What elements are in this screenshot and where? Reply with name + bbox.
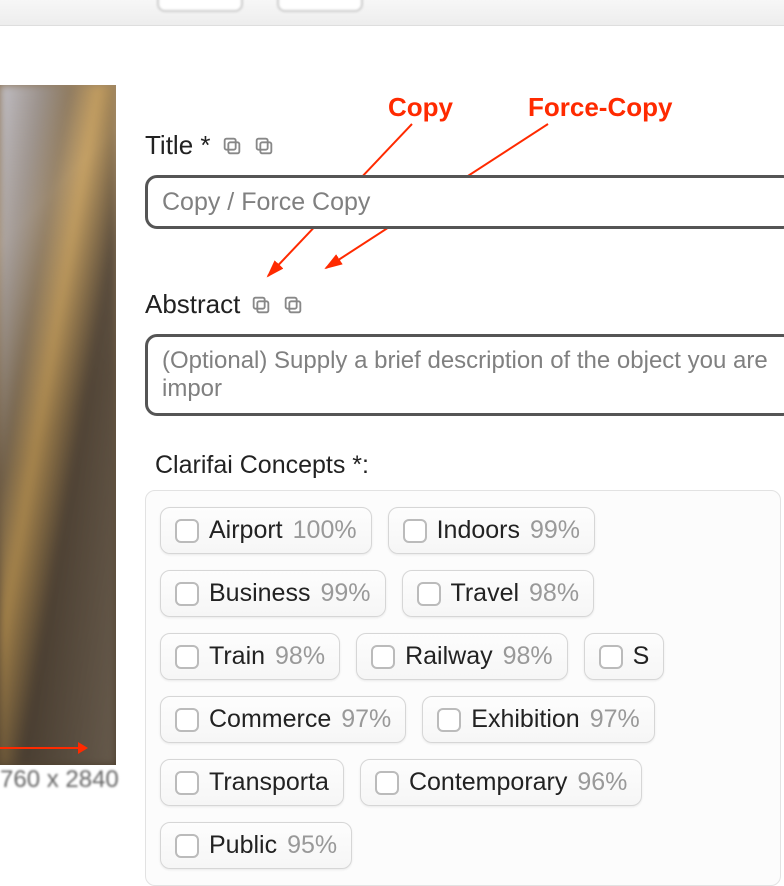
concept-checkbox[interactable] (175, 771, 199, 795)
title-label-text: Title * (145, 130, 211, 161)
concept-chip[interactable]: Indoors 99% (388, 507, 595, 554)
abstract-label-text: Abstract (145, 289, 240, 320)
copy-icon[interactable] (221, 135, 243, 157)
concept-label: Business (209, 579, 310, 608)
concept-percent: 95% (287, 831, 337, 860)
concept-chip[interactable]: Travel 98% (402, 570, 595, 617)
toolbar-button[interactable] (157, 0, 243, 12)
concept-percent: 98% (275, 642, 325, 671)
force-copy-icon[interactable] (253, 135, 275, 157)
top-toolbar (0, 0, 784, 26)
copy-icon[interactable] (250, 294, 272, 316)
concept-percent: 97% (590, 705, 640, 734)
concept-label: Transporta (209, 768, 329, 797)
force-copy-icon[interactable] (282, 294, 304, 316)
concept-checkbox[interactable] (175, 645, 199, 669)
title-input[interactable] (145, 175, 784, 229)
concept-label: Public (209, 831, 277, 860)
annotation-force-copy-label: Force-Copy (528, 92, 672, 123)
image-dimensions: 760 x 2840 (0, 766, 119, 784)
concept-chip[interactable]: Railway 98% (356, 633, 568, 680)
concept-chip[interactable]: S (584, 633, 665, 680)
concepts-label: Clarifai Concepts *: (155, 451, 784, 480)
concept-percent: 97% (341, 705, 391, 734)
concepts-container: Airport 100% Indoors 99% Business 99% Travel 98… (145, 490, 781, 886)
concept-percent: 98% (529, 579, 579, 608)
concept-checkbox[interactable] (599, 645, 623, 669)
annotation-copy-label: Copy (388, 92, 453, 123)
title-label: Title * (145, 130, 784, 161)
concept-percent: 96% (577, 768, 627, 797)
concept-percent: 100% (293, 516, 357, 545)
concept-checkbox[interactable] (175, 708, 199, 732)
concept-checkbox[interactable] (175, 834, 199, 858)
concept-label: Contemporary (409, 768, 567, 797)
concept-label: Train (209, 642, 265, 671)
concept-checkbox[interactable] (403, 519, 427, 543)
concept-checkbox[interactable] (371, 645, 395, 669)
concept-chip[interactable]: Contemporary 96% (360, 759, 642, 806)
concept-checkbox[interactable] (417, 582, 441, 606)
concept-label: Railway (405, 642, 493, 671)
concept-percent: 98% (503, 642, 553, 671)
concept-percent: 99% (320, 579, 370, 608)
concept-label: Exhibition (471, 705, 579, 734)
concept-label: Travel (451, 579, 520, 608)
concept-checkbox[interactable] (375, 771, 399, 795)
concept-label: Indoors (437, 516, 520, 545)
concept-checkbox[interactable] (437, 708, 461, 732)
abstract-label: Abstract (145, 289, 784, 320)
toolbar-button[interactable] (277, 0, 363, 12)
concept-chip[interactable]: Exhibition 97% (422, 696, 654, 743)
dimension-arrow-icon (0, 747, 80, 749)
concept-label: Airport (209, 516, 283, 545)
concept-percent: 99% (530, 516, 580, 545)
concept-chip[interactable]: Public 95% (160, 822, 352, 869)
concept-label: Commerce (209, 705, 331, 734)
preview-image (0, 85, 116, 765)
concept-chip[interactable]: Transporta (160, 759, 344, 806)
concept-checkbox[interactable] (175, 582, 199, 606)
abstract-textarea[interactable] (145, 334, 784, 416)
concept-chip[interactable]: Commerce 97% (160, 696, 406, 743)
concept-chip[interactable]: Business 99% (160, 570, 386, 617)
concept-label: S (633, 642, 650, 671)
concept-chip[interactable]: Airport 100% (160, 507, 372, 554)
concept-chip[interactable]: Train 98% (160, 633, 340, 680)
concept-checkbox[interactable] (175, 519, 199, 543)
